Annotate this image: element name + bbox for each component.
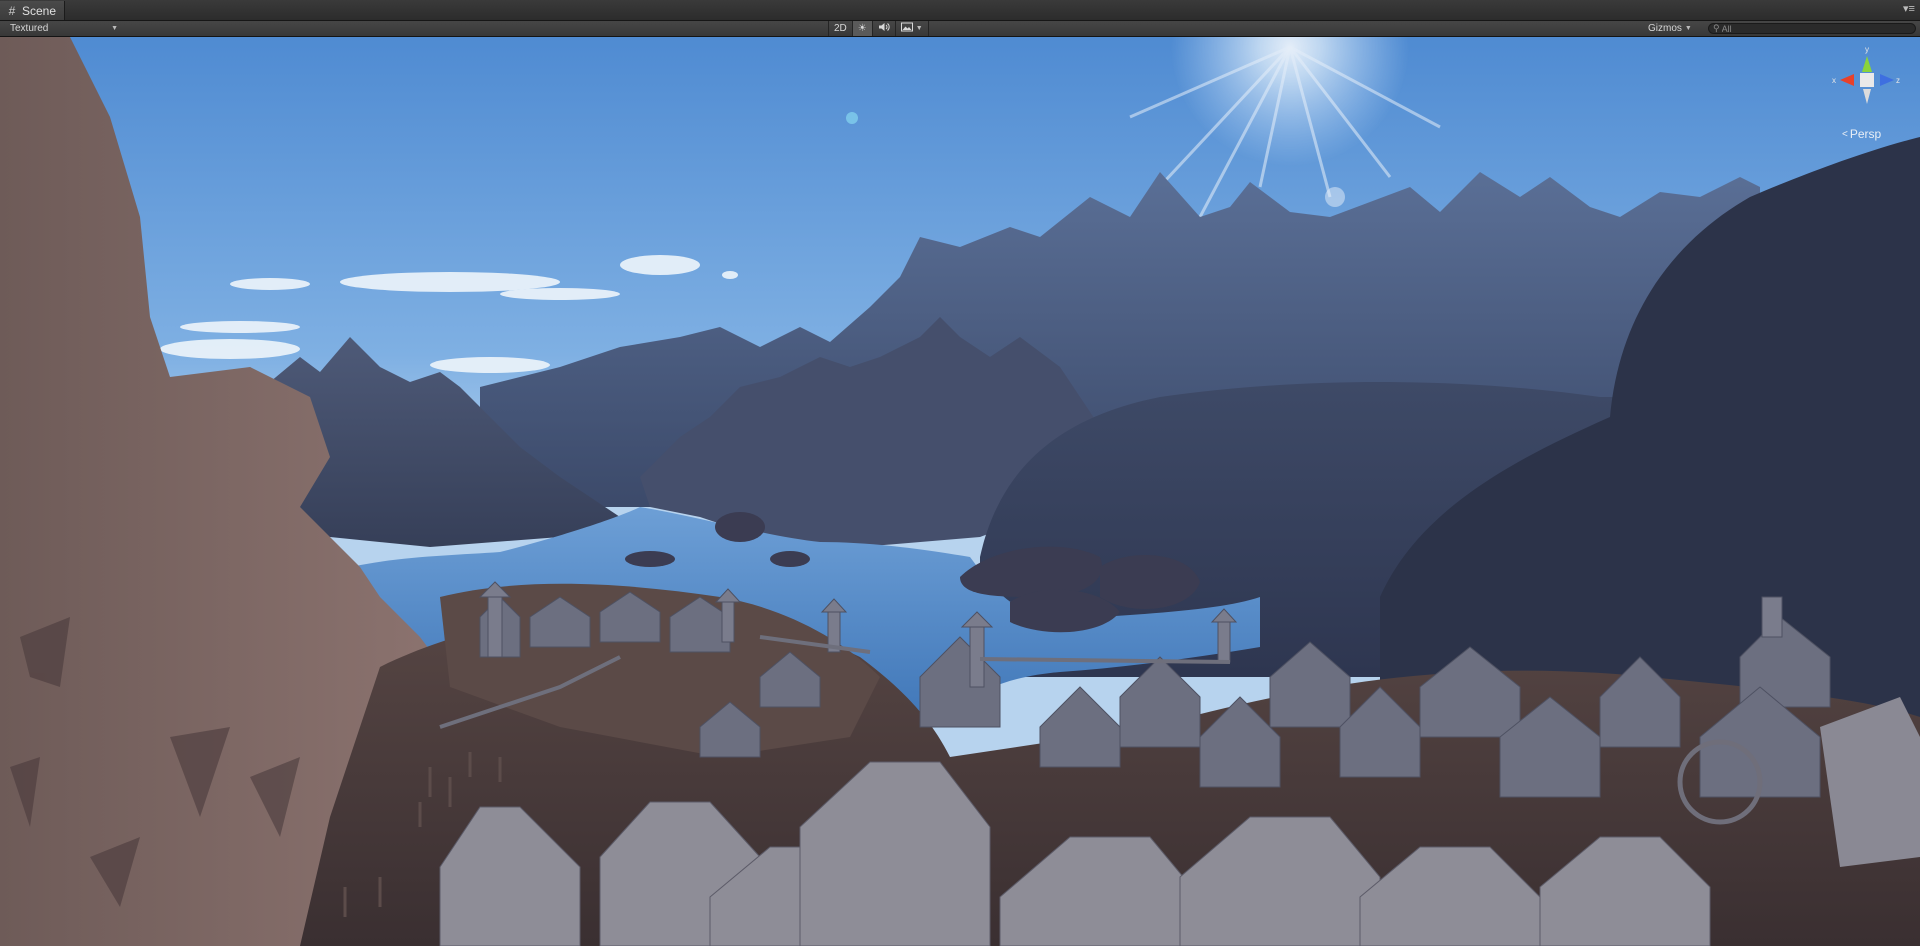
z-axis-cone[interactable] bbox=[1880, 74, 1894, 86]
effects-dropdown-button[interactable]: ▼ bbox=[894, 21, 929, 36]
scene-window: # Scene ▾≡ Textured ▼ 2D ☀ ▼ Gizmos ▼ ⚲ … bbox=[0, 0, 1920, 946]
render-mode-dropdown[interactable]: Textured ▼ bbox=[2, 21, 124, 36]
search-input[interactable] bbox=[1719, 23, 1902, 34]
image-icon bbox=[900, 22, 913, 35]
hierarchy-search: ⚲ bbox=[1708, 23, 1916, 34]
gizmos-label: Gizmos bbox=[1648, 23, 1682, 34]
audio-toggle-button[interactable] bbox=[871, 21, 895, 36]
z-axis-label: z bbox=[1896, 76, 1900, 85]
grid-icon: # bbox=[8, 3, 16, 18]
2d-toggle-label: 2D bbox=[834, 23, 847, 34]
x-axis-label: x bbox=[1832, 76, 1836, 85]
sun-icon: ☀ bbox=[857, 23, 867, 34]
orientation-gizmo[interactable]: y x z bbox=[1832, 44, 1902, 124]
tab-scene[interactable]: # Scene bbox=[0, 1, 66, 20]
speaker-icon bbox=[878, 22, 890, 35]
render-mode-label: Textured bbox=[10, 23, 49, 34]
scene-render bbox=[0, 37, 1920, 946]
gizmo-center-cube[interactable] bbox=[1860, 73, 1874, 87]
chevron-down-icon: ▼ bbox=[915, 25, 923, 32]
projection-label: Persp bbox=[1849, 127, 1882, 141]
y-axis-label: y bbox=[1865, 45, 1869, 54]
chevron-down-icon: ▼ bbox=[1684, 25, 1692, 32]
2d-toggle-button[interactable]: 2D bbox=[828, 21, 852, 36]
scene-view-toggles: 2D ☀ ▼ bbox=[828, 21, 929, 36]
x-axis-cone[interactable] bbox=[1840, 74, 1854, 86]
scene-viewport[interactable]: y x z < Persp bbox=[0, 37, 1920, 946]
scene-toolbar: Textured ▼ 2D ☀ ▼ Gizmos ▼ ⚲ All bbox=[0, 21, 1920, 37]
chevron-down-icon: ▼ bbox=[111, 25, 118, 32]
search-icon: ⚲ bbox=[1713, 23, 1720, 33]
neg-y-axis-cone[interactable] bbox=[1863, 89, 1871, 104]
chevron-left-icon: < bbox=[1842, 128, 1848, 140]
lighting-toggle-button[interactable]: ☀ bbox=[851, 21, 872, 36]
projection-toggle[interactable]: < Persp bbox=[1842, 127, 1881, 141]
tab-bar: # Scene ▾≡ bbox=[0, 0, 1920, 21]
window-menu-icon[interactable]: ▾≡ bbox=[1902, 3, 1916, 15]
tab-scene-label: Scene bbox=[22, 3, 57, 18]
y-axis-cone[interactable] bbox=[1862, 56, 1872, 72]
gizmos-dropdown[interactable]: Gizmos ▼ bbox=[1648, 21, 1692, 36]
